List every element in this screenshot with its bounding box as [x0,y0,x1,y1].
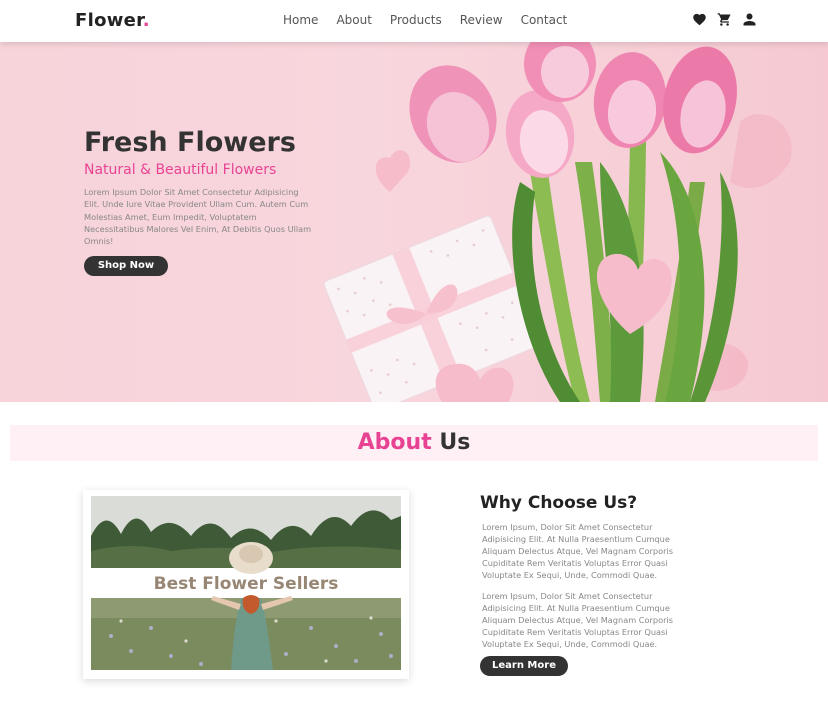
nav-contact-link[interactable]: Contact [521,13,568,27]
site-header: Flower. Home About Products Review Conta… [0,0,828,42]
hero-description: Lorem Ipsum Dolor Sit Amet Consectetur A… [84,187,312,247]
main-nav: Home About Products Review Contact [283,13,567,27]
logo-dot: . [142,10,150,31]
about-video-card[interactable]: Best Flower Sellers [83,490,409,679]
hero-title: Fresh Flowers [84,127,296,158]
logo-text: Flower [75,10,143,31]
hero-section: Fresh Flowers Natural & Beautiful Flower… [0,42,828,402]
nav-home-link[interactable]: Home [283,13,318,27]
why-choose-us: Why Choose Us? Lorem Ipsum, Dolor Sit Am… [480,493,680,650]
heart-icon[interactable] [692,12,707,27]
shop-now-button[interactable]: Shop Now [84,256,168,276]
about-heading: About Us [10,425,818,461]
nav-products-link[interactable]: Products [390,13,442,27]
logo[interactable]: Flower. [75,10,150,31]
why-choose-us-title: Why Choose Us? [480,493,638,513]
user-icon[interactable] [742,12,757,27]
hero-subtitle: Natural & Beautiful Flowers [84,162,277,178]
about-heading-band: About Us [10,425,818,461]
about-video[interactable]: Best Flower Sellers [91,496,401,670]
hero-content: Fresh Flowers Natural & Beautiful Flower… [84,127,324,247]
why-paragraph: Lorem Ipsum, Dolor Sit Amet Consectetur … [482,591,673,649]
learn-more-button[interactable]: Learn More [480,656,568,676]
header-icons [692,12,757,27]
about-heading-rest: Us [439,430,471,455]
nav-about-link[interactable]: About [336,13,371,27]
why-paragraph: Lorem Ipsum, Dolor Sit Amet Consectetur … [482,522,673,580]
video-caption: Best Flower Sellers [153,574,339,594]
cart-icon[interactable] [717,12,732,27]
paper-heart [375,150,411,192]
paper-heart [730,114,792,188]
nav-review-link[interactable]: Review [460,13,503,27]
about-heading-accent: About [357,430,432,455]
